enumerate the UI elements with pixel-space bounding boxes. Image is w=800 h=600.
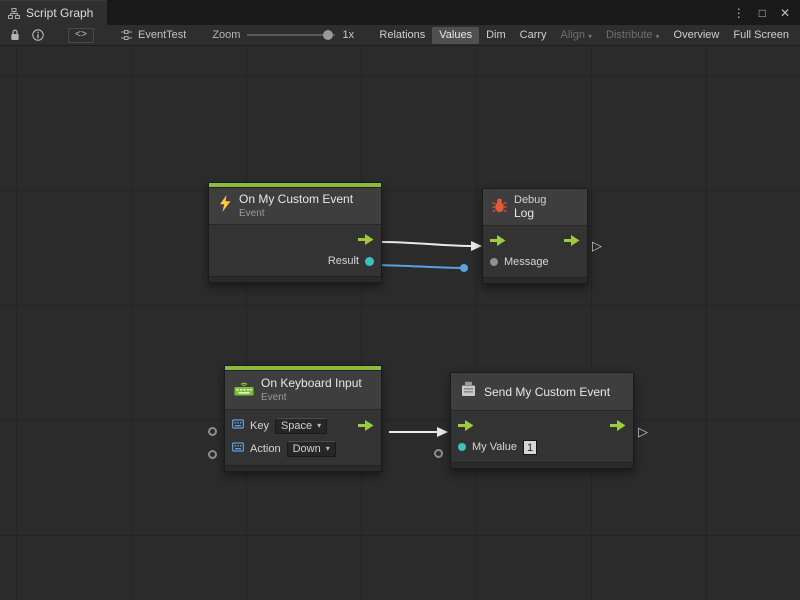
value-input-port[interactable]	[490, 258, 498, 266]
node-subtitle: Event	[261, 392, 362, 404]
wires-layer	[0, 46, 800, 600]
bug-icon	[492, 197, 507, 218]
port-label: Result	[328, 255, 359, 267]
zoom-value: 1x	[342, 29, 354, 41]
zoom-slider-track[interactable]	[247, 34, 335, 36]
flow-output-port[interactable]	[610, 420, 626, 431]
distribute-button[interactable]: Distribute ▾	[599, 27, 666, 44]
node-group: Debug	[514, 194, 546, 207]
node-debug-log[interactable]: Debug Log	[482, 188, 588, 284]
chevron-down-icon: ▾	[656, 32, 660, 41]
node-header[interactable]: Send My Custom Event	[451, 373, 633, 411]
window-controls: ⋮ □ ✕	[733, 0, 800, 25]
node-body: Key Space ▾	[225, 410, 381, 465]
chevron-down-icon: ▾	[317, 421, 321, 430]
flow-output-port[interactable]	[358, 234, 374, 245]
node-footer	[209, 276, 381, 282]
tab-title: Script Graph	[26, 6, 93, 20]
key-type-icon	[232, 442, 244, 455]
send-event-icon	[460, 381, 477, 402]
my-value-input-port[interactable]	[434, 449, 443, 458]
port-label: Message	[504, 256, 549, 268]
action-input-port[interactable]	[208, 450, 217, 459]
node-body: My Value 1	[451, 411, 633, 462]
value-output-port[interactable]	[365, 257, 374, 266]
node-on-my-custom-event[interactable]: On My Custom Event Event Result	[208, 182, 382, 283]
values-button[interactable]: Values	[432, 27, 479, 44]
graph-toolbar: <> EventTest Zoom 1x Relations Values Di…	[0, 25, 800, 46]
value-input-port[interactable]	[458, 443, 466, 451]
info-icon[interactable]	[26, 25, 50, 45]
my-value-input[interactable]: 1	[523, 440, 537, 455]
node-header[interactable]: Debug Log	[483, 189, 587, 226]
key-input-port[interactable]	[208, 427, 217, 436]
code-view-icon[interactable]: <>	[68, 28, 94, 43]
graph-breadcrumb-icon	[120, 30, 133, 41]
flow-input-port[interactable]	[490, 235, 506, 246]
node-subtitle: Event	[239, 208, 353, 220]
zoom-slider-handle[interactable]	[323, 30, 333, 40]
node-footer	[225, 465, 381, 471]
graph-canvas[interactable]: On My Custom Event Event Result	[0, 46, 800, 600]
menu-icon[interactable]: ⋮	[733, 7, 745, 19]
node-on-keyboard-input[interactable]: On Keyboard Input Event K	[224, 365, 382, 472]
carry-button[interactable]: Carry	[513, 27, 554, 44]
node-title: On Keyboard Input	[261, 377, 362, 391]
chevron-down-icon: ▾	[588, 32, 592, 41]
node-footer	[483, 277, 587, 283]
align-button[interactable]: Align ▾	[554, 27, 599, 44]
chevron-down-icon: ▾	[326, 444, 330, 453]
node-title: On My Custom Event	[239, 193, 353, 207]
port-label: My Value	[472, 441, 517, 453]
graph-icon	[8, 8, 20, 19]
lightning-icon	[218, 195, 232, 217]
wire-flow-customevent-to-log[interactable]	[382, 242, 471, 246]
relations-button[interactable]: Relations	[372, 27, 432, 44]
tab-script-graph[interactable]: Script Graph	[0, 0, 107, 25]
close-icon[interactable]: ✕	[780, 7, 790, 19]
port-label: Key	[250, 420, 269, 432]
wire-value-result-to-message[interactable]	[373, 265, 464, 268]
lock-icon[interactable]	[4, 25, 26, 45]
wire-endpoint-icon	[460, 264, 468, 272]
key-dropdown[interactable]: Space ▾	[275, 418, 327, 434]
node-header[interactable]: On Keyboard Input Event	[225, 371, 381, 410]
node-body: Message	[483, 226, 587, 277]
flow-continuation-icon: ▷	[592, 238, 602, 254]
keyboard-icon	[234, 380, 254, 401]
window-titlebar: Script Graph ⋮ □ ✕	[0, 0, 800, 25]
breadcrumb[interactable]: EventTest	[120, 29, 186, 41]
flow-output-port[interactable]	[358, 420, 374, 431]
unity-visual-scripting-window: Script Graph ⋮ □ ✕ <>	[0, 0, 800, 600]
port-label: Action	[250, 443, 281, 455]
flow-output-port[interactable]	[564, 235, 580, 246]
node-send-my-custom-event[interactable]: Send My Custom Event	[450, 372, 634, 469]
zoom-label: Zoom	[212, 29, 240, 41]
zoom-control: Zoom 1x	[212, 29, 354, 41]
dim-button[interactable]: Dim	[479, 27, 513, 44]
node-title: Log	[514, 207, 546, 221]
wire-arrowhead-icon	[471, 241, 482, 251]
wire-arrowhead-icon	[437, 427, 448, 437]
maximize-icon[interactable]: □	[759, 7, 766, 19]
node-header[interactable]: On My Custom Event Event	[209, 188, 381, 225]
node-title: Send My Custom Event	[484, 385, 610, 399]
key-type-icon	[232, 419, 244, 432]
fullscreen-button[interactable]: Full Screen	[726, 27, 796, 44]
action-dropdown[interactable]: Down ▾	[287, 441, 336, 457]
node-body: Result	[209, 225, 381, 276]
node-footer	[451, 462, 633, 468]
overview-button[interactable]: Overview	[667, 27, 727, 44]
toolbar-buttons: Relations Values Dim Carry Align ▾ Distr…	[372, 25, 796, 45]
graph-name: EventTest	[138, 29, 186, 41]
zoom-slider[interactable]	[247, 29, 335, 41]
flow-input-port[interactable]	[458, 420, 474, 431]
flow-continuation-icon: ▷	[638, 424, 648, 440]
